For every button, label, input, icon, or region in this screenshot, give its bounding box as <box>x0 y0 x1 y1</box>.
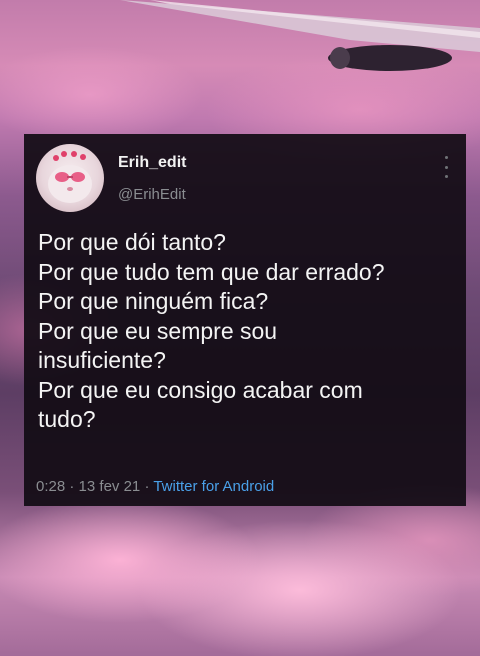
tweet-text: Por que dói tanto? Por que tudo tem que … <box>38 228 458 435</box>
tweet-source-link[interactable]: Twitter for Android <box>153 478 274 495</box>
airplane-wing-graphic <box>120 0 480 71</box>
meta-separator: · <box>69 478 75 495</box>
meta-separator: · <box>144 478 150 495</box>
user-handle[interactable]: @ErihEdit <box>118 186 186 203</box>
more-options-icon[interactable] <box>442 156 450 178</box>
tweet-card[interactable]: Erih_edit @ErihEdit Por que dói tanto? P… <box>24 134 466 506</box>
tweet-line: Por que dói tanto? <box>38 229 226 255</box>
tweet-time: 0:28 <box>36 478 66 495</box>
tweet-line: Por que eu sempre sou <box>38 317 278 344</box>
tweet-date: 13 fev 21 <box>78 478 141 495</box>
avatar[interactable] <box>36 144 104 212</box>
tweet-line: Por que ninguém fica? <box>38 288 269 314</box>
tweet-line: tudo? <box>38 406 96 432</box>
tweet-line: insuficiente? <box>38 347 166 373</box>
username[interactable]: Erih_edit <box>118 154 186 172</box>
tweet-line: Por que tudo tem que dar errado? <box>38 258 385 285</box>
avatar-cat-sunglasses-icon <box>48 151 92 203</box>
tweet-meta: 0:28 · 13 fev 21 · Twitter for Android <box>36 478 274 495</box>
tweet-line: Por que eu consigo acabar com <box>38 376 363 403</box>
